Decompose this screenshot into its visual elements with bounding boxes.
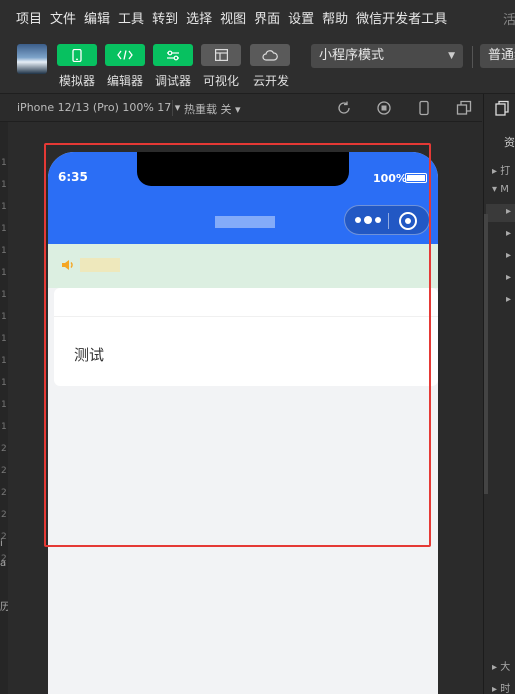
simulator-toggle-button[interactable] — [57, 44, 97, 66]
simulator-header: iPhone 12/13 (Pro) 100% 17 ▾ 热重载 关 ▾ — [0, 94, 482, 122]
menu-item-select[interactable]: 选择 — [186, 8, 212, 27]
tree-item[interactable]: ▾ M — [492, 184, 509, 195]
line-number: 1 — [1, 290, 7, 300]
line-number: 1 — [1, 356, 7, 366]
refresh-icon[interactable] — [336, 100, 352, 116]
line-number: 1 — [1, 224, 7, 234]
code-icon — [117, 50, 133, 60]
tree-item[interactable]: ▸ — [506, 206, 511, 217]
sliders-icon — [167, 50, 179, 60]
code-fragment: a — [0, 558, 7, 569]
hot-reload-select[interactable]: 热重载 关 ▾ — [184, 101, 241, 117]
cloud-dev-button[interactable] — [250, 44, 290, 66]
line-number: 1 — [1, 158, 7, 168]
simulator-label: 模拟器 — [58, 74, 95, 88]
phone-simulator: 6:35 100% 测试 — [48, 152, 438, 694]
debugger-label: 调试器 — [154, 74, 191, 88]
popout-window-icon[interactable] — [456, 100, 472, 116]
menu-item-file[interactable]: 文件 — [50, 8, 76, 27]
speaker-icon — [62, 260, 73, 270]
card-title: 测试 — [74, 346, 105, 364]
card-divider — [54, 316, 438, 317]
tree-item[interactable]: ▸ — [506, 250, 511, 261]
cloud-icon — [262, 49, 278, 61]
capsule-divider — [388, 213, 389, 229]
main-toolbar: 模拟器 编辑器 调试器 可视化 云开发 小程序模式 ▼ 普通编 — [0, 34, 515, 94]
line-number: 2 — [1, 466, 7, 476]
battery-icon — [405, 173, 427, 183]
menu-item-edit[interactable]: 编辑 — [84, 8, 110, 27]
phone-notch — [137, 152, 349, 186]
line-number: 1 — [1, 246, 7, 256]
battery-percent: 100% — [373, 172, 407, 185]
device-select[interactable]: iPhone 12/13 (Pro) 100% 17 ▾ — [17, 101, 180, 114]
layout-icon — [214, 49, 228, 61]
more-icon[interactable] — [355, 215, 381, 225]
right-panel: 资 ▸ 打 ▾ M ▸ ▸ ▸ ▸ ▸ ▸ 大 ▸ 时 — [483, 94, 515, 694]
line-number: 1 — [1, 202, 7, 212]
code-fragment: i — [0, 538, 3, 549]
editor-toggle-button[interactable] — [105, 44, 145, 66]
line-number: 2 — [1, 488, 7, 498]
line-number: 2 — [1, 444, 7, 454]
cloud-dev-label: 云开发 — [252, 74, 289, 88]
simbar-divider — [172, 100, 173, 116]
menu-item-help[interactable]: 帮助 — [322, 8, 348, 27]
stop-icon[interactable] — [376, 100, 392, 116]
line-number: 1 — [1, 378, 7, 388]
scrollbar[interactable] — [484, 214, 488, 494]
status-time: 6:35 — [58, 170, 88, 184]
phone-icon — [72, 48, 82, 62]
tree-item[interactable]: ▸ — [506, 228, 511, 239]
tree-item[interactable]: ▸ 时 — [492, 680, 510, 694]
notice-text-redacted — [80, 258, 120, 272]
files-icon[interactable] — [494, 100, 510, 116]
menu-item-goto[interactable]: 转到 — [152, 8, 178, 27]
mode-select-value: 小程序模式 — [319, 48, 385, 63]
menu-bar: 项目 文件 编辑 工具 转到 选择 视图 界面 设置 帮助 微信开发者工具 活 — [0, 0, 515, 34]
toolbar-divider — [472, 46, 473, 68]
editor-label: 编辑器 — [106, 74, 143, 88]
line-number: 1 — [1, 422, 7, 432]
line-number: 1 — [1, 268, 7, 278]
visual-toggle-button[interactable] — [201, 44, 241, 66]
tree-item[interactable]: ▸ — [506, 272, 511, 283]
navigation-bar: 6:35 100% — [48, 152, 438, 244]
line-number: 2 — [1, 510, 7, 520]
close-mini-program-icon[interactable] — [399, 212, 417, 230]
chevron-down-icon: ▼ — [448, 51, 455, 61]
tree-item[interactable]: ▸ 大 — [492, 658, 510, 673]
menu-item-trailing[interactable]: 活 — [503, 9, 515, 28]
menu-item-view[interactable]: 视图 — [220, 8, 246, 27]
line-number: 1 — [1, 180, 7, 190]
line-number: 1 — [1, 312, 7, 322]
mini-program-capsule — [344, 205, 430, 235]
debugger-toggle-button[interactable] — [153, 44, 193, 66]
menu-item-wechat-devtools[interactable]: 微信开发者工具 — [356, 8, 447, 27]
visual-label: 可视化 — [202, 74, 239, 88]
compile-mode-select[interactable]: 普通编 — [480, 44, 515, 68]
tree-item[interactable]: ▸ 打 — [492, 162, 510, 177]
line-number: 1 — [1, 400, 7, 410]
mode-select[interactable]: 小程序模式 ▼ — [311, 44, 463, 68]
notice-bar[interactable] — [48, 244, 438, 288]
menu-item-interface[interactable]: 界面 — [254, 8, 280, 27]
line-number: 1 — [1, 334, 7, 344]
tree-item[interactable]: ▸ — [506, 294, 511, 305]
menu-item-project[interactable]: 项目 — [16, 8, 42, 27]
menu-item-tools[interactable]: 工具 — [118, 8, 144, 27]
avatar[interactable] — [17, 44, 47, 74]
phone-preview-icon[interactable] — [416, 100, 432, 116]
resource-tab-label[interactable]: 资 — [504, 134, 515, 150]
page-title-redacted — [215, 216, 275, 228]
menu-item-settings[interactable]: 设置 — [288, 8, 314, 27]
content-card[interactable]: 测试 — [54, 288, 438, 386]
